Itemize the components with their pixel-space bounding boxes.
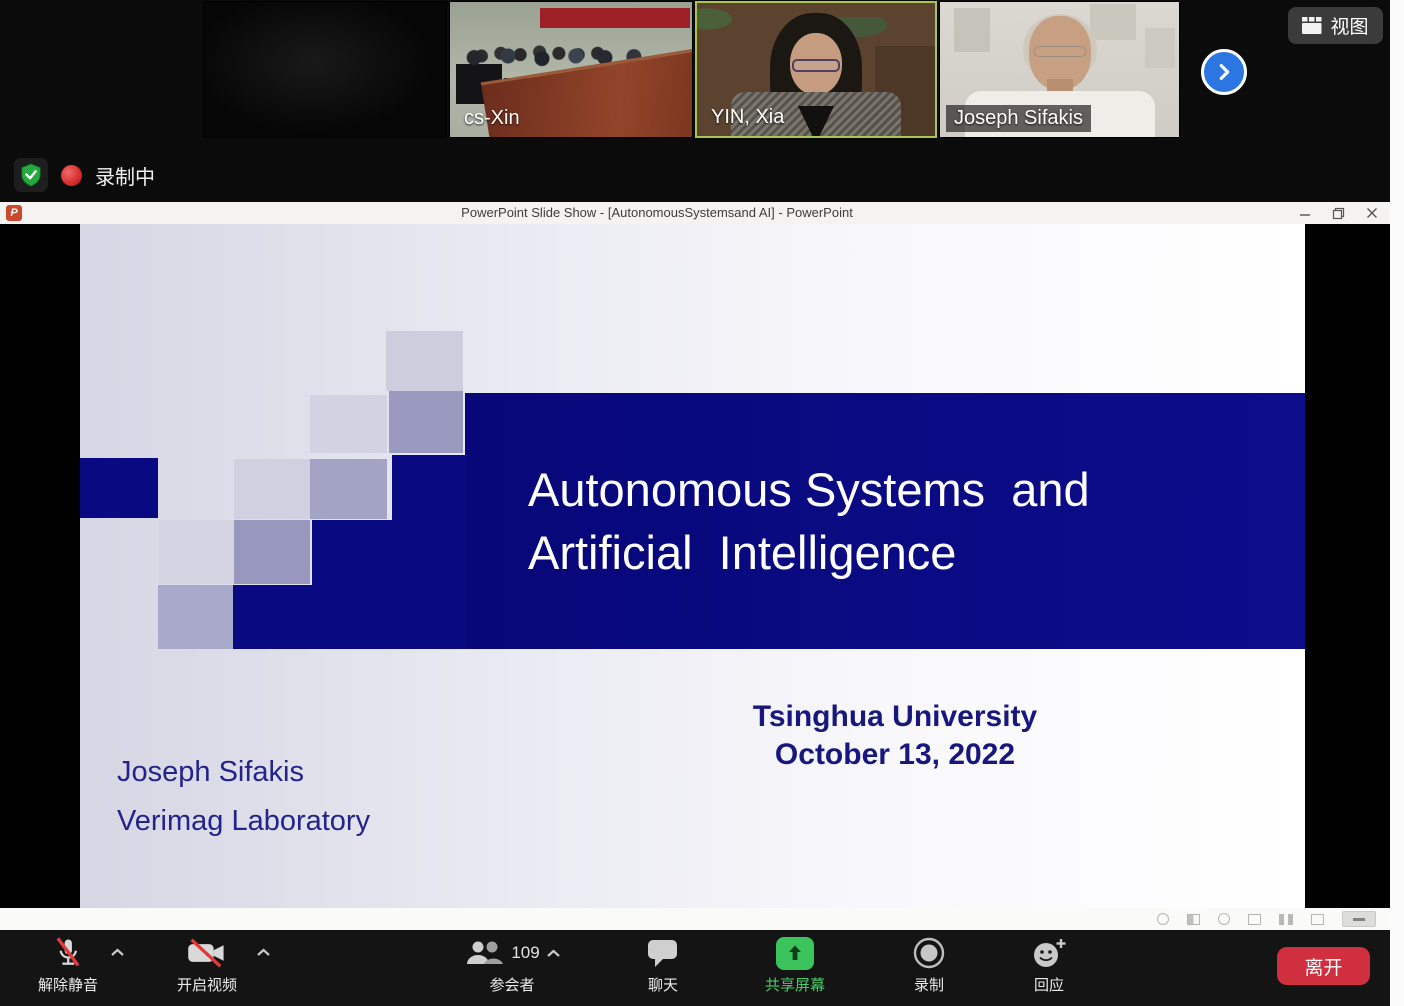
camera-muted-icon xyxy=(186,937,228,969)
share-screen-label: 共享屏幕 xyxy=(765,974,825,995)
microphone-muted-icon xyxy=(50,935,86,971)
see-all-slides-icon[interactable] xyxy=(1187,914,1200,925)
start-video-label: 开启视频 xyxy=(177,974,237,995)
security-shield-icon[interactable] xyxy=(14,158,48,192)
window-title: PowerPoint Slide Show - [AutonomousSyste… xyxy=(0,205,1314,220)
participant-name-label: YIN, Xia xyxy=(703,104,792,131)
slide-subtitle-line1: Tsinghua University xyxy=(665,698,1125,736)
zoom-video-strip: cs-Xin YIN, Xia Joseph Sifakis xyxy=(0,0,1390,202)
next-videos-button[interactable] xyxy=(1201,49,1247,95)
chat-icon xyxy=(646,938,680,968)
video-options-chevron[interactable] xyxy=(256,944,271,962)
minimize-icon xyxy=(1299,207,1311,219)
chat-button[interactable]: 聊天 xyxy=(593,934,733,995)
record-icon xyxy=(912,936,946,970)
powerpoint-titlebar: P PowerPoint Slide Show - [AutonomousSys… xyxy=(0,202,1404,224)
video-tile-camera-dark[interactable] xyxy=(203,1,447,138)
participants-chevron[interactable] xyxy=(546,949,561,958)
recording-indicator: 录制中 xyxy=(14,156,155,194)
deco-square xyxy=(158,585,233,649)
view-button-label: 视图 xyxy=(1330,12,1368,39)
active-control-icon[interactable] xyxy=(1342,911,1376,927)
restore-button[interactable] xyxy=(1323,202,1353,224)
reactions-label: 回应 xyxy=(1034,974,1064,995)
screen: cs-Xin YIN, Xia Joseph Sifakis xyxy=(0,0,1404,1006)
slide-title: Autonomous Systems and Artificial Intell… xyxy=(528,458,1090,584)
video-tile-cs-xin[interactable]: cs-Xin xyxy=(449,1,693,138)
minimize-button[interactable] xyxy=(1290,202,1320,224)
title-banner-step xyxy=(392,455,467,649)
zoom-toolbar: 解除静音 开启视频 xyxy=(0,930,1390,1006)
deco-square xyxy=(234,459,310,519)
recording-dot-icon xyxy=(61,165,82,186)
desktop-edge-sliver xyxy=(1390,0,1404,1006)
pen-tool-icon[interactable] xyxy=(1157,913,1169,925)
close-icon xyxy=(1366,207,1378,219)
view-button[interactable]: 视图 xyxy=(1288,7,1383,44)
record-label: 录制 xyxy=(914,974,944,995)
restore-icon xyxy=(1332,207,1345,220)
slide-title-line1: Autonomous Systems and xyxy=(528,458,1090,521)
audio-options-chevron[interactable] xyxy=(110,944,125,962)
slide-subtitle-line2: October 13, 2022 xyxy=(665,736,1125,774)
more-options-icon[interactable] xyxy=(1311,914,1324,925)
presentation-slide: Autonomous Systems and Artificial Intell… xyxy=(80,224,1305,908)
slide-author: Joseph Sifakis Verimag Laboratory xyxy=(117,748,370,846)
zoom-slide-icon[interactable] xyxy=(1218,913,1230,925)
letterbox-left xyxy=(0,224,80,908)
title-banner-step xyxy=(312,520,394,649)
deco-square xyxy=(234,520,310,584)
participants-icon xyxy=(463,938,505,968)
slideshow-bottom-strip xyxy=(0,908,1390,930)
slideshow-controls xyxy=(1157,911,1376,927)
deco-navy-block xyxy=(80,458,158,518)
gallery-grid-icon xyxy=(1302,17,1323,34)
slide-title-line2: Artificial Intelligence xyxy=(528,521,1090,584)
deco-square xyxy=(310,395,387,453)
leave-meeting-button[interactable]: 离开 xyxy=(1277,947,1370,985)
reactions-button[interactable]: 回应 xyxy=(979,934,1119,995)
video-tile-yin-xia[interactable]: YIN, Xia xyxy=(695,1,937,138)
deco-square xyxy=(310,459,387,519)
participants-count: 109 xyxy=(511,943,539,963)
slide-subtitle: Tsinghua University October 13, 2022 xyxy=(665,698,1125,774)
deco-square xyxy=(386,331,463,391)
reactions-smiley-icon xyxy=(1030,937,1068,969)
share-screen-button[interactable]: 共享屏幕 xyxy=(725,934,865,995)
share-screen-icon xyxy=(776,937,814,970)
video-tile-joseph-sifakis[interactable]: Joseph Sifakis xyxy=(939,1,1180,138)
slide-author-line1: Joseph Sifakis xyxy=(117,748,370,797)
participants-button[interactable]: 109 参会者 xyxy=(442,934,582,995)
participant-name-label: cs-Xin xyxy=(456,105,528,132)
participants-label: 参会者 xyxy=(489,974,534,995)
deco-square xyxy=(158,520,234,584)
close-button[interactable] xyxy=(1357,202,1387,224)
deco-square xyxy=(389,391,463,453)
layout-icon[interactable] xyxy=(1279,914,1293,925)
chat-label: 聊天 xyxy=(648,974,678,995)
slide-author-line2: Verimag Laboratory xyxy=(117,797,370,846)
participant-name-label: Joseph Sifakis xyxy=(946,105,1091,132)
unmute-label: 解除静音 xyxy=(38,974,98,995)
chevron-right-icon xyxy=(1213,61,1235,83)
person-glasses xyxy=(792,59,840,72)
title-banner-step xyxy=(233,585,314,649)
person-glasses xyxy=(1034,46,1086,57)
subtitles-icon[interactable] xyxy=(1248,914,1261,925)
recording-status-label: 录制中 xyxy=(95,161,155,190)
letterbox-right xyxy=(1305,224,1390,908)
record-button[interactable]: 录制 xyxy=(859,934,999,995)
